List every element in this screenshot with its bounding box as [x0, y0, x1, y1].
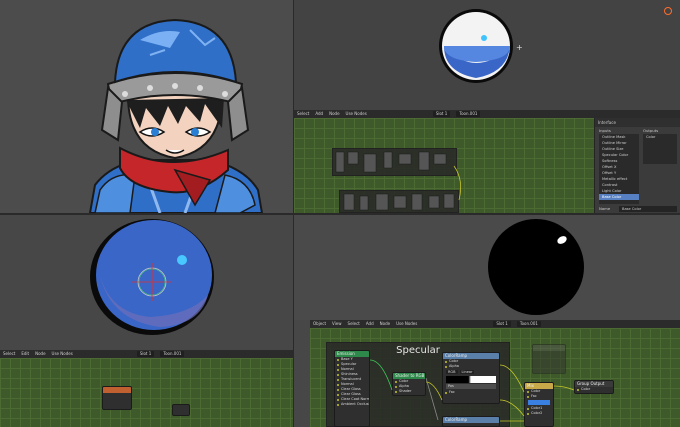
node-small-dark[interactable] — [172, 404, 190, 416]
viewport-sphere-top[interactable]: + — [294, 0, 680, 110]
node-links-specular — [369, 359, 575, 422]
svg-text:+: + — [516, 43, 523, 52]
material-dropdown[interactable]: Toon.001 — [160, 351, 185, 357]
list-item-selected[interactable]: Base Color — [599, 194, 639, 200]
black-sphere — [488, 219, 584, 315]
vertical-divider[interactable] — [293, 0, 294, 427]
inputs-label: Inputs — [599, 128, 611, 133]
panel-title: Interface — [595, 118, 680, 127]
blue-sphere-with-gizmo — [90, 219, 214, 335]
slot-dropdown[interactable]: Slot 1 — [136, 351, 155, 357]
outputs-list[interactable]: Color — [643, 134, 677, 164]
menu-select[interactable]: Select — [3, 350, 15, 358]
camera-icon[interactable] — [664, 7, 672, 15]
composite-screenshot: + Select Add Node Use Nodes Slot 1 Toon.… — [0, 0, 680, 427]
node-editor-header-left: Select Edit Node Use Nodes Slot 1 Toon.0… — [0, 350, 293, 358]
character-illustration — [88, 18, 264, 213]
outputs-label: Outputs — [643, 128, 659, 133]
menu-node[interactable]: Node — [35, 350, 45, 358]
viewport-sphere-black[interactable] — [294, 215, 680, 320]
node-group-small[interactable] — [102, 386, 132, 410]
glossy-sphere: + — [439, 9, 523, 83]
list-item[interactable]: Color — [643, 134, 677, 140]
name-label: Name — [599, 206, 611, 211]
node-links-top — [335, 151, 462, 211]
node-grid-left[interactable] — [0, 358, 293, 427]
menu-edit[interactable]: Edit — [21, 350, 29, 358]
properties-panel[interactable]: Interface Inputs Outputs Outline Mask Ou… — [594, 118, 680, 213]
node-editor-bottom-left[interactable]: Select Edit Node Use Nodes Slot 1 Toon.0… — [0, 350, 293, 427]
viewport-sphere-left[interactable] — [0, 215, 293, 350]
node-editor-top[interactable]: Select Add Node Use Nodes Slot 1 Toon.00… — [294, 110, 680, 213]
viewport-character[interactable] — [0, 0, 293, 213]
inputs-list[interactable]: Outline Mask Outline Mirror Outline Size… — [599, 134, 639, 204]
node-editor-specular[interactable]: Object View Select Add Node Use Nodes Sl… — [310, 320, 680, 427]
node-header — [103, 387, 131, 393]
use-nodes-toggle[interactable]: Use Nodes — [52, 350, 73, 358]
name-field[interactable]: Base Color — [619, 206, 677, 212]
